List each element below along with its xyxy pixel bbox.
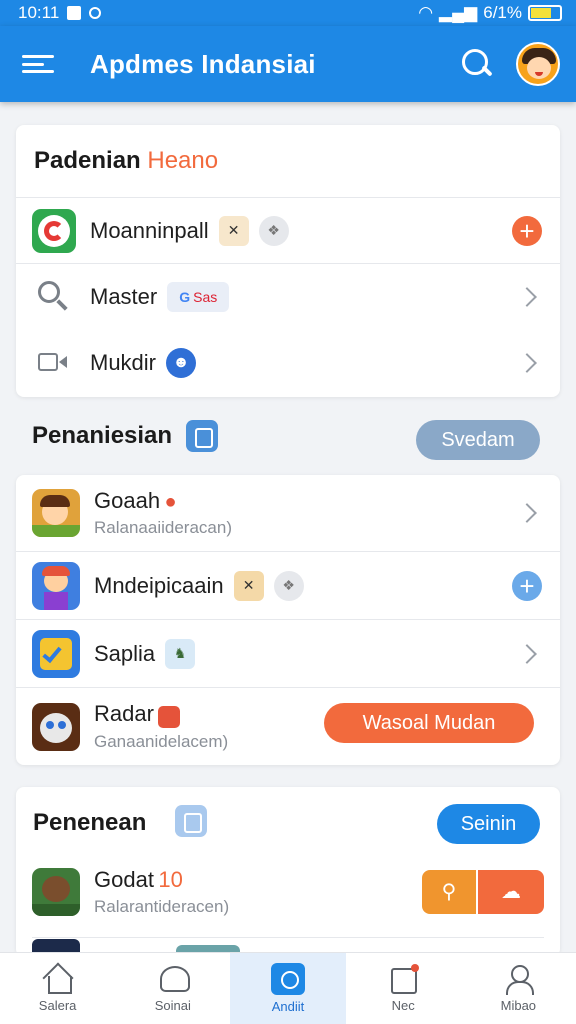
list-item[interactable]: Goaah ● Ralanaaiideracan) bbox=[16, 475, 560, 551]
google-badge-icon: G Sas bbox=[167, 281, 230, 312]
app-bar: Apdmes Indansiai bbox=[0, 26, 576, 102]
hero-app-icon bbox=[32, 561, 80, 610]
character-icon: ✕ bbox=[218, 215, 249, 246]
section-title: Penaniesian bbox=[32, 422, 173, 449]
robot-icon: ❖ bbox=[273, 570, 304, 601]
clipboard-icon bbox=[186, 420, 219, 452]
add-button[interactable]: + bbox=[512, 570, 542, 601]
card-featured: Padenian Heano Moanninpall ✕ ❖ + Master … bbox=[16, 125, 560, 397]
list-item[interactable]: Moanninpall ✕ ❖ + bbox=[16, 197, 560, 263]
seinin-button[interactable]: Seinin bbox=[437, 804, 540, 844]
bear-app-icon bbox=[32, 868, 80, 916]
nav-item-nec[interactable]: Nec bbox=[346, 953, 461, 1024]
wizard-icon: ♞ bbox=[165, 638, 196, 669]
chevron-right-icon bbox=[517, 643, 537, 664]
list-item-label: Godat bbox=[94, 867, 154, 892]
list-item[interactable]: Master G Sas bbox=[16, 263, 560, 329]
ghost-icon: ☻ bbox=[166, 348, 197, 378]
notification-icon bbox=[67, 6, 82, 20]
radar-badge-icon bbox=[158, 705, 181, 728]
list-item-subtitle: Ralarantideracen) bbox=[94, 897, 230, 916]
nav-item-andiit[interactable]: Andiit bbox=[230, 953, 346, 1024]
list-item-label: Mndeipicaain bbox=[94, 572, 224, 598]
character-icon: ✕ bbox=[233, 570, 264, 601]
list-item-subtitle: Ralanaaiideracan) bbox=[94, 518, 232, 537]
list-item[interactable]: Mndeipicaain ✕ ❖ + bbox=[16, 551, 560, 619]
card-apps: Goaah ● Ralanaaiideracan) Mndeipicaain ✕… bbox=[16, 475, 560, 765]
add-button[interactable]: + bbox=[512, 215, 542, 246]
card-title: Padenian Heano bbox=[34, 147, 219, 174]
divider bbox=[32, 937, 544, 938]
location-icon bbox=[89, 7, 102, 19]
avatar[interactable] bbox=[516, 42, 560, 86]
game-app-icon bbox=[32, 489, 80, 537]
chevron-right-icon bbox=[517, 353, 537, 373]
battery-percent: 6/1% bbox=[483, 3, 522, 22]
card-recent: Penenean Seinin Godat 10 Ralarantiderace… bbox=[16, 787, 560, 957]
nav-item-salera[interactable]: Salera bbox=[0, 953, 115, 1024]
signal-icon: ▂▄▆ bbox=[439, 3, 478, 22]
status-bar: 10:11 ◠ ▂▄▆ 6/1% bbox=[0, 0, 576, 26]
nav-item-mibao[interactable]: Mibao bbox=[461, 953, 576, 1024]
chevron-right-icon bbox=[517, 503, 537, 523]
card-title: Penenean bbox=[33, 809, 147, 836]
user-icon bbox=[502, 964, 535, 995]
cloud-button[interactable]: ☁ bbox=[478, 870, 544, 914]
card-title-accent: Heano bbox=[147, 147, 219, 174]
edit-icon bbox=[387, 964, 420, 994]
home-icon bbox=[42, 964, 74, 994]
list-item[interactable]: Saplia ♞ bbox=[16, 619, 560, 687]
profile-card-icon bbox=[270, 963, 305, 995]
video-icon bbox=[32, 341, 76, 385]
list-item-label: Master bbox=[90, 283, 158, 309]
robot-icon: ❖ bbox=[258, 215, 289, 246]
chevron-right-icon bbox=[517, 286, 537, 307]
status-time: 10:11 bbox=[18, 3, 60, 22]
chat-icon bbox=[157, 964, 190, 994]
radar-app-icon bbox=[32, 702, 80, 751]
list-item-label: Radar bbox=[94, 701, 154, 727]
nav-item-soinai[interactable]: Soinai bbox=[115, 953, 230, 1024]
menu-icon[interactable] bbox=[22, 52, 54, 76]
battery-icon bbox=[528, 5, 562, 21]
pin-icon: ● bbox=[164, 491, 177, 513]
list-item-label: Moanninpall bbox=[90, 217, 209, 243]
list-item[interactable]: Mukdir ☻ bbox=[16, 329, 560, 397]
wifi-icon: ◠ bbox=[418, 3, 434, 22]
list-item-subtitle: Ganaanidelacem) bbox=[94, 731, 229, 751]
checkmark-app-icon bbox=[32, 629, 80, 678]
list-item-label: Mukdir bbox=[90, 350, 157, 375]
bag-button[interactable]: ⚲ bbox=[422, 870, 476, 914]
app-title: Apdmes Indansiai bbox=[90, 48, 316, 79]
search-icon[interactable] bbox=[460, 47, 494, 81]
list-item[interactable]: Godat 10 Ralarantideracen) ⚲ ☁ bbox=[16, 857, 560, 927]
wasoal-mudan-button[interactable]: Wasoal Mudan bbox=[324, 703, 534, 743]
section-header: Penaniesian bbox=[32, 420, 219, 452]
list-item-accent: 10 bbox=[158, 867, 183, 892]
clipboard-icon bbox=[175, 805, 207, 837]
list-item-label: Goaah bbox=[94, 488, 161, 513]
search-icon bbox=[32, 275, 76, 319]
list-item-label: Saplia bbox=[94, 640, 156, 666]
bottom-navigation: Salera Soinai Andiit Nec Mibao bbox=[0, 952, 576, 1024]
app-logo-icon bbox=[32, 208, 76, 253]
svedam-button[interactable]: Svedam bbox=[416, 420, 540, 460]
